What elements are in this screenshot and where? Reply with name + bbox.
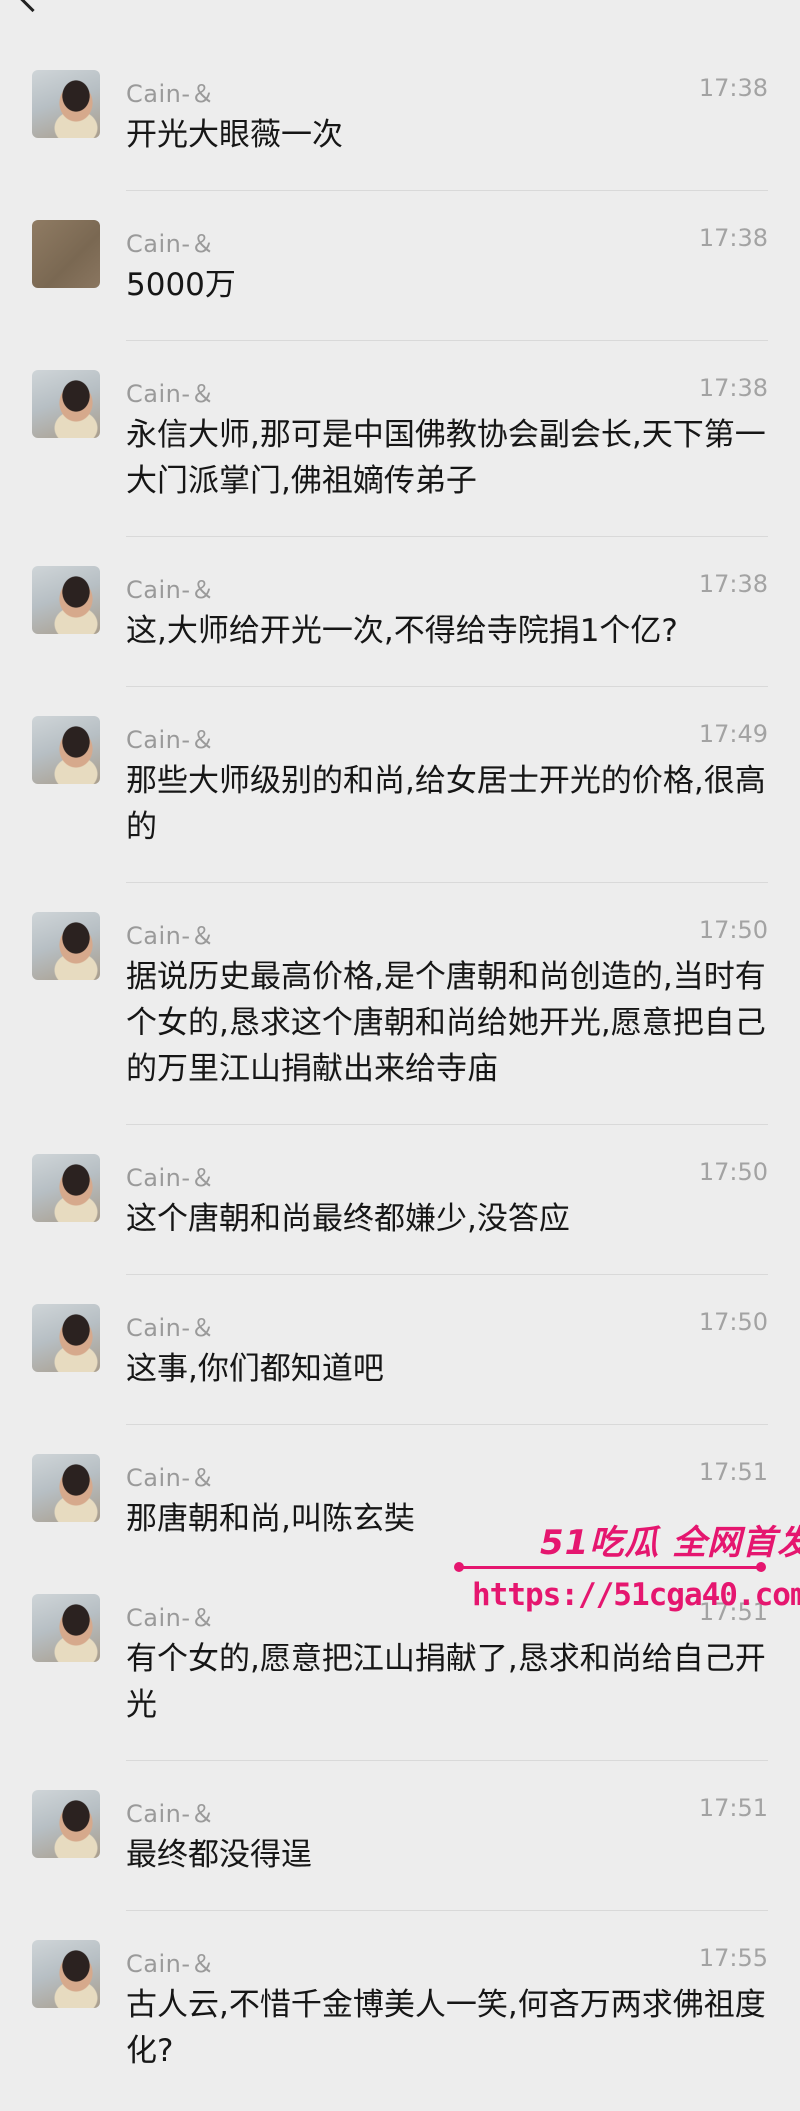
message-divider [126, 1424, 768, 1425]
avatar[interactable] [32, 1940, 100, 2008]
avatar[interactable] [32, 1790, 100, 1858]
watermark-line [460, 1566, 760, 1569]
message-text: 据说历史最高价格,是个唐朝和尚创造的,当时有个女的,恳求这个唐朝和尚给她开光,愿… [126, 959, 766, 1087]
avatar[interactable] [32, 1594, 100, 1662]
avatar[interactable] [32, 566, 100, 634]
watermark-url: https://51cga40.com [472, 1577, 800, 1613]
sender-name: Cain-＆ [126, 1314, 216, 1342]
message-time: 17:50 [698, 1158, 768, 1186]
avatar[interactable] [32, 912, 100, 980]
message-divider [126, 536, 768, 537]
message-text: 5000万 [126, 267, 236, 303]
avatar[interactable] [32, 1154, 100, 1222]
watermark-title: 51吃瓜 全网首发 [540, 1523, 800, 1563]
sender-name: Cain-＆ [126, 80, 216, 108]
message-time: 17:49 [698, 720, 768, 748]
watermark-overlay: 51吃瓜 全网首发 https://51cga40.com [440, 1515, 800, 1625]
message-text: 这个唐朝和尚最终都嫌少,没答应 [126, 1201, 570, 1237]
message-text: 这事,你们都知道吧 [126, 1351, 384, 1387]
message-time: 17:50 [698, 1308, 768, 1336]
message-text: 那些大师级别的和尚,给女居士开光的价格,很高的 [126, 763, 766, 845]
message-text: 开光大眼薇一次 [126, 117, 343, 153]
watermark-dot-icon [756, 1562, 766, 1572]
sender-name: Cain-＆ [126, 1464, 216, 1492]
message-time: 17:51 [698, 1458, 768, 1486]
message-time: 17:38 [698, 374, 768, 402]
message-text: 永信大师,那可是中国佛教协会副会长,天下第一大门派掌门,佛祖嫡传弟子 [126, 417, 766, 499]
message-time: 17:38 [698, 570, 768, 598]
message-time: 17:51 [698, 1794, 768, 1822]
message-divider [126, 340, 768, 341]
message-divider [126, 1274, 768, 1275]
avatar[interactable] [32, 370, 100, 438]
sender-name: Cain-＆ [126, 1950, 216, 1978]
message-time: 17:38 [698, 224, 768, 252]
sender-name: Cain-＆ [126, 1800, 216, 1828]
avatar[interactable] [32, 1304, 100, 1372]
message-time: 17:38 [698, 74, 768, 102]
message-text: 最终都没得逞 [126, 1837, 312, 1873]
sender-name: Cain-＆ [126, 380, 216, 408]
message-divider [126, 686, 768, 687]
avatar[interactable] [32, 70, 100, 138]
avatar[interactable] [32, 1454, 100, 1522]
back-arrow-icon[interactable] [14, 0, 51, 13]
message-divider [126, 1910, 768, 1911]
message-divider [126, 1124, 768, 1125]
avatar[interactable] [32, 716, 100, 784]
message-text: 古人云,不惜千金博美人一笑,何吝万两求佛祖度化? [126, 1987, 766, 2069]
message-divider [126, 882, 768, 883]
message-text: 有个女的,愿意把江山捐献了,恳求和尚给自己开光 [126, 1641, 766, 1723]
message-divider [126, 1760, 768, 1761]
sender-name: Cain-＆ [126, 1604, 216, 1632]
sender-name: Cain-＆ [126, 1164, 216, 1192]
sender-name: Cain-＆ [126, 726, 216, 754]
message-text: 这,大师给开光一次,不得给寺院捐1个亿? [126, 613, 678, 649]
sender-name: Cain-＆ [126, 922, 216, 950]
message-time: 17:55 [698, 1944, 768, 1972]
message-divider [126, 190, 768, 191]
avatar[interactable] [32, 220, 100, 288]
sender-name: Cain-＆ [126, 230, 216, 258]
top-bar [0, 0, 800, 30]
message-time: 17:50 [698, 916, 768, 944]
sender-name: Cain-＆ [126, 576, 216, 604]
